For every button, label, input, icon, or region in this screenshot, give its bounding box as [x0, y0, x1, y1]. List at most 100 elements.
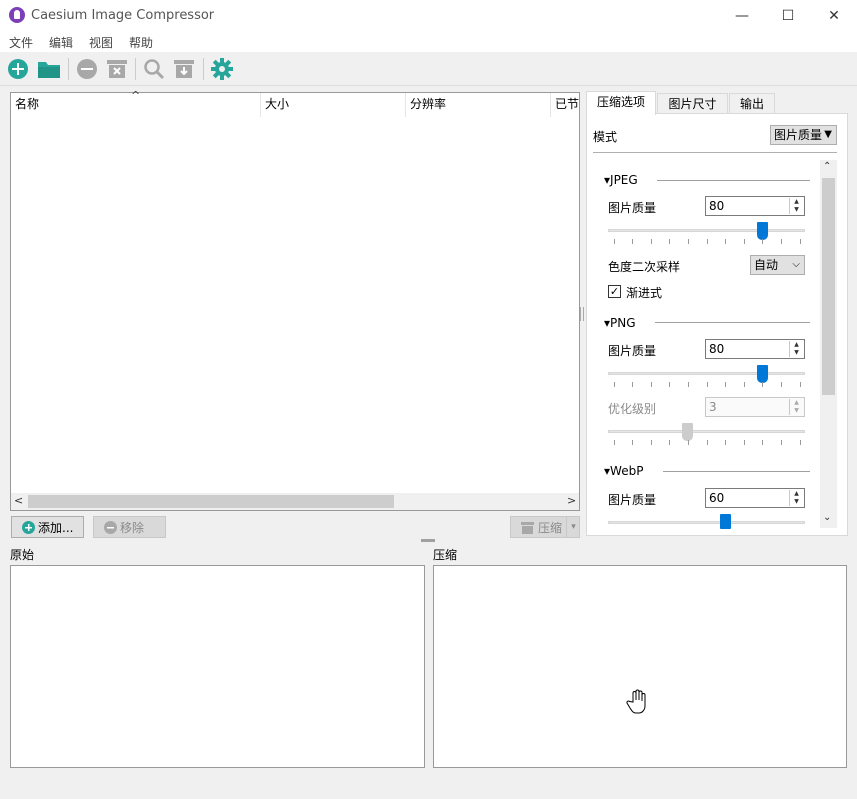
chevron-down-icon[interactable]: ⌄ — [823, 512, 831, 523]
section-line — [655, 322, 810, 323]
png-optimization-spinbox[interactable]: 3 ▲ ▼ — [705, 397, 805, 417]
chevron-down-icon: ▼ — [824, 129, 832, 140]
slider-tick — [632, 440, 633, 445]
slider-tick — [744, 382, 745, 387]
spin-arrows-icon[interactable]: ▲ ▼ — [789, 198, 803, 214]
remove-button-label: 移除 — [120, 520, 145, 535]
jpeg-quality-spinbox[interactable]: 80 ▲ ▼ — [705, 196, 805, 216]
mode-label: 模式 — [593, 130, 618, 144]
clear-list-icon[interactable] — [105, 57, 129, 81]
slider-tick — [614, 239, 615, 244]
slider-tick — [762, 239, 763, 244]
add-icon[interactable] — [6, 57, 30, 81]
chroma-subsampling-label: 色度二次采样 — [608, 260, 681, 274]
slider-thumb[interactable] — [720, 514, 731, 529]
compress-button[interactable]: 压缩 ▾ — [510, 516, 580, 538]
slider-tick — [781, 382, 782, 387]
slider-thumb[interactable] — [757, 365, 768, 383]
slider-ticks — [608, 440, 805, 445]
spin-arrows-icon[interactable]: ▲ ▼ — [789, 341, 803, 357]
slider-tick — [800, 382, 801, 387]
mode-select[interactable]: 图片质量 ▼ — [770, 125, 837, 145]
chevron-down-icon: ⌵ — [792, 259, 800, 270]
png-optimization-label: 优化级别 — [608, 402, 657, 416]
splitter-handle[interactable] — [580, 307, 584, 321]
chevron-down-icon[interactable]: ▾ — [566, 517, 580, 537]
scroll-right-icon[interactable]: > — [567, 494, 576, 507]
slider-ticks — [608, 239, 805, 244]
add-button-label: 添加... — [38, 520, 74, 535]
chroma-subsampling-select[interactable]: 自动 ⌵ — [750, 255, 805, 275]
menu-bar: 文件 编辑 视图 帮助 — [0, 31, 857, 52]
slider-tick — [651, 239, 652, 244]
compress-icon — [521, 521, 534, 534]
minimize-button[interactable]: — — [719, 0, 765, 31]
compressed-preview-label: 压缩 — [433, 548, 458, 562]
add-button[interactable]: 添加... — [11, 516, 84, 538]
compressed-preview-area[interactable] — [433, 565, 847, 768]
slider-tick — [669, 440, 670, 445]
webp-quality-slider[interactable] — [608, 514, 805, 530]
webp-quality-spinbox[interactable]: 60 ▲ ▼ — [705, 488, 805, 508]
slider-tick — [632, 382, 633, 387]
close-button[interactable]: ✕ — [811, 0, 857, 31]
slider-tick — [744, 440, 745, 445]
open-folder-icon[interactable] — [36, 57, 60, 81]
menu-view[interactable]: 视图 — [89, 34, 113, 51]
preview-search-icon[interactable] — [142, 57, 166, 81]
original-preview-label: 原始 — [10, 548, 35, 562]
slider-thumb[interactable] — [682, 423, 693, 441]
scroll-thumb[interactable] — [822, 178, 835, 395]
add-icon — [22, 520, 35, 534]
png-section-title[interactable]: ▾PNG — [604, 316, 636, 330]
column-header-name[interactable]: 名称 — [11, 93, 261, 117]
png-quality-spinbox[interactable]: 80 ▲ ▼ — [705, 339, 805, 359]
scroll-thumb[interactable] — [28, 495, 394, 508]
maximize-button[interactable]: ☐ — [765, 0, 811, 31]
slider-tick — [688, 382, 689, 387]
column-header-size[interactable]: 大小 — [261, 93, 406, 117]
spin-arrows-icon[interactable]: ▲ ▼ — [789, 399, 803, 415]
divider — [593, 152, 837, 153]
slider-tick — [614, 440, 615, 445]
column-header-resolution[interactable]: 分辨率 — [406, 93, 551, 117]
slider-tick — [725, 239, 726, 244]
toolbar-separator — [68, 58, 69, 80]
file-list-table[interactable]: ^ 名称 大小 分辨率 已节 < > — [10, 89, 580, 511]
slider-tick — [781, 239, 782, 244]
app-logo-icon — [9, 7, 25, 23]
slider-thumb[interactable] — [757, 222, 768, 240]
slider-tick — [800, 239, 801, 244]
remove-icon[interactable] — [75, 57, 99, 81]
menu-edit[interactable]: 编辑 — [49, 34, 73, 51]
scroll-left-icon[interactable]: < — [14, 494, 23, 507]
column-header-saved[interactable]: 已节 — [551, 93, 579, 117]
png-quality-label: 图片质量 — [608, 344, 657, 358]
remove-button[interactable]: 移除 — [93, 516, 166, 538]
progressive-checkbox[interactable]: ✓ — [608, 285, 621, 298]
horizontal-scrollbar[interactable]: < > — [11, 493, 579, 510]
jpeg-section-title[interactable]: ▾JPEG — [604, 173, 638, 187]
compress-button-label: 压缩 — [538, 520, 563, 535]
original-preview-area[interactable] — [10, 565, 425, 768]
tab-output[interactable]: 输出 — [729, 93, 775, 115]
menu-file[interactable]: 文件 — [9, 34, 33, 51]
chevron-up-icon[interactable]: ⌃ — [823, 161, 831, 172]
jpeg-quality-slider[interactable] — [608, 222, 805, 246]
menu-help[interactable]: 帮助 — [129, 34, 153, 51]
webp-section-title[interactable]: ▾WebP — [604, 464, 643, 478]
export-icon[interactable] — [172, 57, 196, 81]
png-optimization-slider[interactable] — [608, 423, 805, 447]
tab-compression[interactable]: 压缩选项 — [586, 91, 656, 115]
png-quality-slider[interactable] — [608, 365, 805, 389]
jpeg-quality-label: 图片质量 — [608, 201, 657, 215]
slider-tick — [725, 382, 726, 387]
settings-icon[interactable] — [210, 57, 234, 81]
preview-splitter-handle[interactable] — [421, 539, 435, 542]
options-vertical-scrollbar[interactable]: ⌃ ⌄ — [820, 160, 837, 528]
slider-tick — [614, 382, 615, 387]
tab-resize[interactable]: 图片尺寸 — [657, 93, 728, 115]
slider-tick — [707, 382, 708, 387]
section-line — [657, 180, 810, 181]
spin-arrows-icon[interactable]: ▲ ▼ — [789, 490, 803, 506]
